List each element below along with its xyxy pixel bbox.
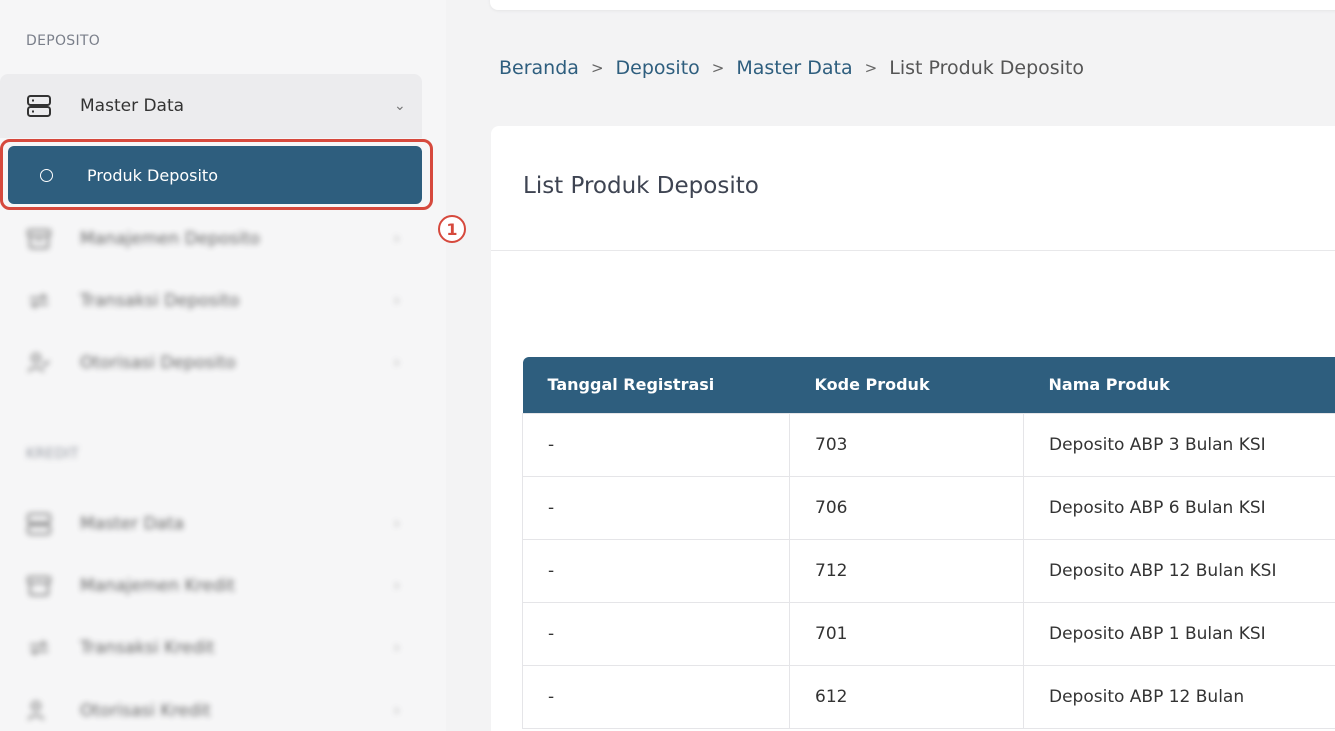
column-header-kode[interactable]: Kode Produk [789,357,1024,413]
sidebar-item-label: Otorisasi Kredit [80,701,211,721]
sidebar-item-manajemen-deposito[interactable]: Manajemen Deposito › [0,208,422,270]
sidebar-item-label: Otorisasi Deposito [80,353,236,373]
column-header-nama[interactable]: Nama Produk [1023,357,1335,413]
user-check-icon [28,701,44,721]
cell-nama: Deposito ABP 12 Bulan KSI [1023,538,1335,603]
transfer-icon [29,293,49,309]
topbar [490,0,1335,10]
sidebar: DEPOSITO Master Data ⌄ Produk Deposito M… [0,0,446,731]
transfer-icon [29,640,49,656]
content-card: List Produk Deposito Tanggal Registrasi … [491,126,1335,731]
sidebar-item-manajemen-kredit[interactable]: Manajemen Kredit › [0,555,422,617]
breadcrumb-separator: > [711,59,725,77]
cell-tanggal: - [522,475,790,540]
page-title: List Produk Deposito [523,173,759,199]
breadcrumb: Beranda > Deposito > Master Data > List … [499,57,1084,79]
table-row[interactable]: - 612 Deposito ABP 12 Bulan [522,664,1335,729]
cell-kode: 612 [789,664,1024,729]
chevron-right-icon: › [394,578,400,594]
sidebar-item-label: Transaksi Kredit [80,638,215,658]
cell-nama: Deposito ABP 1 Bulan KSI [1023,601,1335,666]
sidebar-item-transaksi-kredit[interactable]: Transaksi Kredit › [0,617,422,679]
sidebar-item-label: Manajemen Kredit [80,576,236,596]
breadcrumb-deposito[interactable]: Deposito [616,57,700,79]
breadcrumb-master-data[interactable]: Master Data [736,57,852,79]
chevron-right-icon: › [394,231,400,247]
user-check-icon [28,353,50,373]
cell-kode: 712 [789,538,1024,603]
cell-nama: Deposito ABP 12 Bulan [1023,664,1335,729]
sidebar-item-otorisasi-kredit[interactable]: Otorisasi Kredit › [0,680,422,731]
table-row[interactable]: - 701 Deposito ABP 1 Bulan KSI [522,601,1335,666]
breadcrumb-separator: > [590,59,604,77]
breadcrumb-current: List Produk Deposito [889,57,1085,79]
sidebar-subitem-label: Produk Deposito [87,165,218,185]
chevron-down-icon: ⌄ [394,98,406,114]
section-label-deposito: DEPOSITO [26,33,101,49]
produk-table: Tanggal Registrasi Kode Produk Nama Prod… [522,357,1335,729]
cell-kode: 701 [789,601,1024,666]
sidebar-item-label: Master Data [80,514,185,534]
chevron-right-icon: › [394,355,400,371]
cell-nama: Deposito ABP 6 Bulan KSI [1023,475,1335,540]
archive-icon [27,229,51,249]
chevron-right-icon: › [394,293,400,309]
column-header-tanggal[interactable]: Tanggal Registrasi [522,357,790,413]
cell-tanggal: - [522,412,790,477]
sidebar-subitem-produk-deposito[interactable]: Produk Deposito [8,146,422,204]
sidebar-item-label: Transaksi Deposito [80,291,240,311]
table-row[interactable]: - 706 Deposito ABP 6 Bulan KSI [522,475,1335,540]
circle-icon [40,168,53,182]
cell-tanggal: - [522,601,790,666]
sidebar-item-label: Manajemen Deposito [80,229,261,249]
breadcrumb-separator: > [864,59,878,77]
cell-kode: 706 [789,475,1024,540]
chevron-right-icon: › [394,516,400,532]
table-row[interactable]: - 712 Deposito ABP 12 Bulan KSI [522,538,1335,603]
sidebar-item-transaksi-deposito[interactable]: Transaksi Deposito › [0,270,422,332]
breadcrumb-home[interactable]: Beranda [499,57,579,79]
cell-kode: 703 [789,412,1024,477]
table-row[interactable]: - 703 Deposito ABP 3 Bulan KSI [522,412,1335,477]
chevron-right-icon: › [394,640,400,656]
server-icon [27,95,51,117]
sidebar-item-master-data[interactable]: Master Data ⌄ [0,74,422,138]
sidebar-item-otorisasi-deposito[interactable]: Otorisasi Deposito › [0,332,422,394]
sidebar-item-label: Master Data [80,96,185,116]
server-icon [27,513,51,535]
cell-tanggal: - [522,538,790,603]
table-header-row: Tanggal Registrasi Kode Produk Nama Prod… [522,357,1335,413]
cell-tanggal: - [522,664,790,729]
sidebar-item-master-data-kredit[interactable]: Master Data › [0,493,422,555]
archive-icon [27,576,51,596]
card-divider [491,250,1335,251]
step-badge: 1 [438,215,466,243]
cell-nama: Deposito ABP 3 Bulan KSI [1023,412,1335,477]
section-label-kredit: KREDIT [26,446,80,462]
chevron-right-icon: › [394,703,400,719]
